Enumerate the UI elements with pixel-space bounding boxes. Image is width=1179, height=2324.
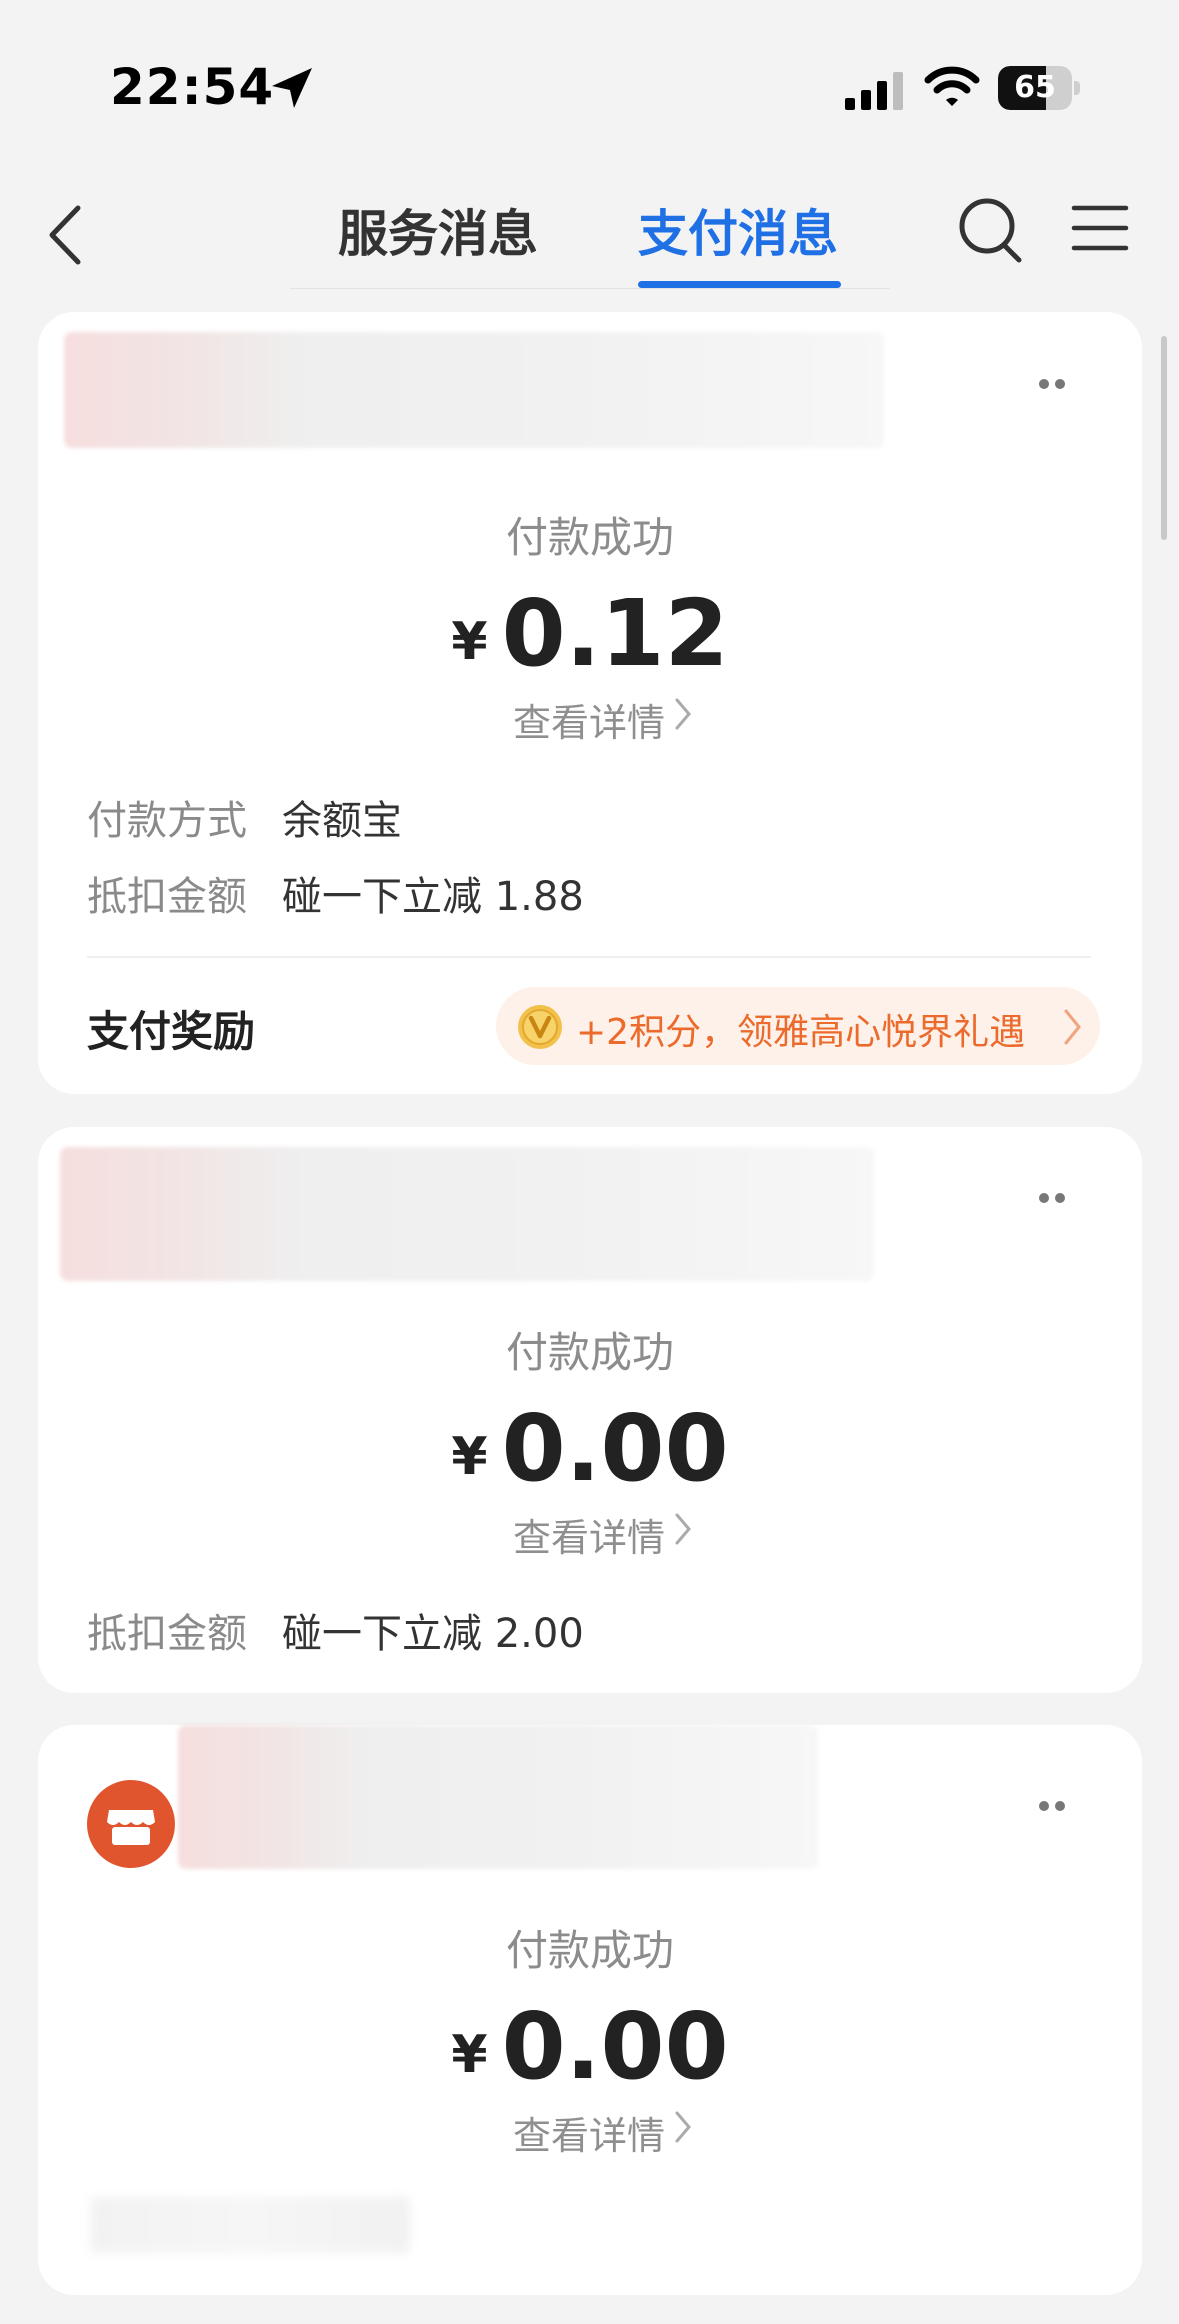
deduction-value: 碰一下立减 2.00 [282,1611,584,1657]
more-options-icon[interactable] [1032,1796,1072,1816]
payment-amount: ¥0.00 [38,1993,1142,2100]
chevron-right-icon [675,698,691,730]
redacted-merchant-header [60,1147,874,1281]
deduction-value: 碰一下立减 1.88 [282,874,584,920]
card-divider [87,956,1091,958]
battery-percent: 65 [1014,70,1056,105]
currency-symbol: ¥ [451,1427,488,1487]
location-arrow-icon [272,68,312,108]
back-arrow-icon[interactable] [40,200,90,270]
currency-symbol: ¥ [451,2025,488,2085]
deduction-label: 抵扣金额 [87,1611,247,1657]
tab-service-messages[interactable]: 服务消息 [338,194,538,266]
chevron-right-icon [675,1513,691,1545]
search-icon[interactable] [956,194,1024,266]
cellular-signal-icon [845,72,903,110]
payment-card[interactable]: 付款成功 ¥0.00 查看详情 [38,1725,1142,2295]
wifi-icon [924,66,980,106]
payment-method-label: 付款方式 [87,798,247,844]
redacted-row [90,2197,410,2253]
amount-value: 0.00 [501,1395,729,1502]
payment-reward-label: 支付奖励 [87,1007,256,1056]
redacted-merchant-header [64,332,884,448]
nav-bar: 服务消息 支付消息 [0,170,1179,295]
payment-amount: ¥0.00 [38,1395,1142,1502]
reward-pill-button[interactable]: +2积分，领雅高心悦界礼遇 [496,987,1100,1065]
status-time: 22:54 [110,58,275,116]
view-details-link[interactable]: 查看详情 [513,2105,665,2160]
shop-icon [87,1780,175,1868]
view-details-link[interactable]: 查看详情 [513,692,665,747]
amount-value: 0.00 [501,1993,729,2100]
view-details-link[interactable]: 查看详情 [513,1507,665,1562]
payment-card[interactable]: 付款成功 ¥0.00 查看详情 抵扣金额 碰一下立减 2.00 [38,1127,1142,1693]
more-options-icon[interactable] [1032,374,1072,394]
menu-icon[interactable] [1070,200,1130,256]
more-options-icon[interactable] [1032,1188,1072,1208]
payment-status: 付款成功 [505,513,674,562]
battery-cap [1074,81,1080,95]
reward-text: +2积分，领雅高心悦界礼遇 [576,1012,1026,1053]
tab-payment-messages[interactable]: 支付消息 [638,194,838,266]
status-bar: 22:54 65 [0,0,1179,150]
scrollbar-thumb[interactable] [1161,336,1167,540]
redacted-merchant-header [178,1725,818,1869]
battery-indicator: 65 [998,66,1080,110]
chevron-right-icon [1064,1009,1081,1045]
payment-status: 付款成功 [505,1328,674,1377]
currency-symbol: ¥ [451,612,488,672]
payment-card[interactable]: 付款成功 ¥0.12 查看详情 付款方式 余额宝 抵扣金额 碰一下立减 1.88… [38,312,1142,1094]
chevron-right-icon [675,2111,691,2143]
payment-method-value: 余额宝 [282,798,402,844]
active-tab-indicator [638,281,841,288]
deduction-label: 抵扣金额 [87,874,247,920]
v-coin-icon [518,1005,562,1049]
payment-status: 付款成功 [505,1926,674,1975]
payment-amount: ¥0.12 [38,580,1142,687]
tab-bar-divider [290,288,890,289]
amount-value: 0.12 [501,580,729,687]
